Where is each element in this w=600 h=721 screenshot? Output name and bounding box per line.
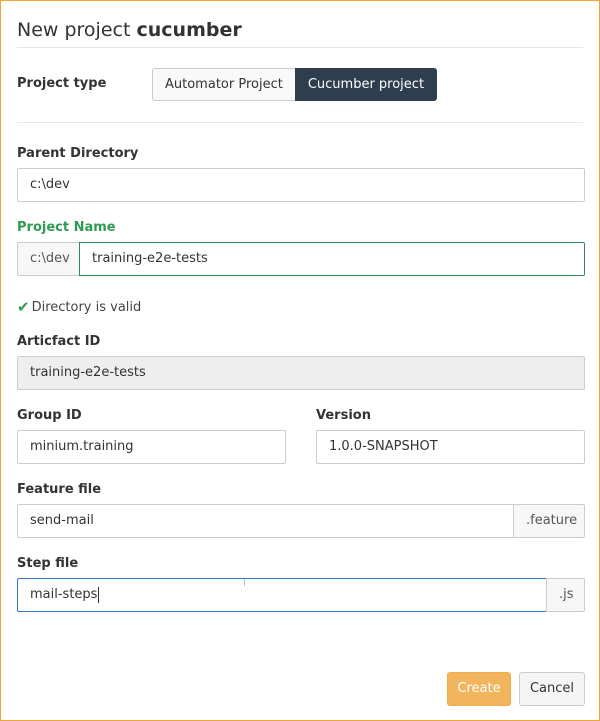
section-divider <box>17 122 583 123</box>
dialog-title: New project cucumber <box>17 19 242 41</box>
step-file-label: Step file <box>17 556 79 571</box>
project-type-label: Project type <box>17 76 107 91</box>
title-divider <box>17 47 583 48</box>
automator-project-option[interactable]: Automator Project <box>152 68 295 101</box>
new-project-dialog: New project cucumber Project type Automa… <box>0 0 600 721</box>
step-file-value: mail-steps <box>30 587 98 602</box>
directory-validation: ✔ Directory is valid <box>17 298 141 316</box>
step-file-input[interactable]: mail-steps <box>17 578 547 612</box>
validation-text: Directory is valid <box>31 299 142 315</box>
feature-file-label: Feature file <box>17 482 102 497</box>
artifact-id-label: Articfact ID <box>17 334 101 349</box>
step-file-suffix: .js <box>546 578 585 612</box>
version-label: Version <box>316 408 371 423</box>
create-button[interactable]: Create <box>447 672 511 706</box>
text-cursor-icon: I <box>243 578 246 589</box>
artifact-id-input: training-e2e-tests <box>17 356 585 390</box>
dialog-title-prefix: New project <box>17 19 131 41</box>
parent-directory-input[interactable]: c:\dev <box>17 168 585 202</box>
project-type-toggle: Automator Project Cucumber project <box>152 68 438 101</box>
feature-file-suffix: .feature <box>513 504 585 538</box>
project-name-prefix: c:\dev <box>17 242 80 276</box>
check-icon: ✔ <box>17 298 30 316</box>
feature-file-input[interactable]: send-mail <box>17 504 514 538</box>
group-id-input[interactable]: minium.training <box>17 430 286 464</box>
cucumber-project-option[interactable]: Cucumber project <box>294 68 438 101</box>
text-caret <box>98 586 100 603</box>
parent-directory-label: Parent Directory <box>17 146 139 161</box>
dialog-title-name: cucumber <box>136 19 242 41</box>
project-name-input[interactable]: training-e2e-tests <box>79 242 585 276</box>
version-input[interactable]: 1.0.0-SNAPSHOT <box>316 430 585 464</box>
group-id-label: Group ID <box>17 408 82 423</box>
cancel-button[interactable]: Cancel <box>519 672 585 706</box>
project-name-label: Project Name <box>17 220 116 235</box>
